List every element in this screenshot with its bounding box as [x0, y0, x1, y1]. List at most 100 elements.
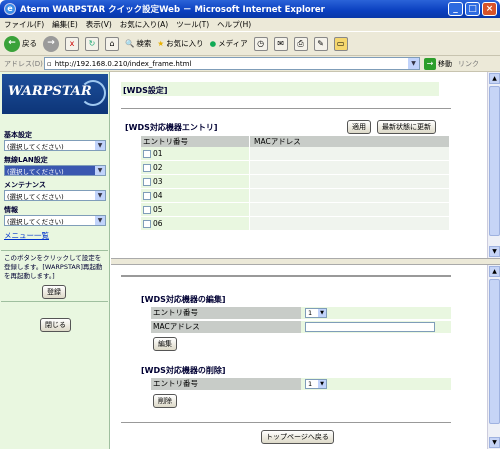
nav-info: 情報 (選択してください) ▼: [4, 205, 106, 226]
close-window-button[interactable]: ×: [482, 2, 497, 16]
chevron-down-icon: ▼: [318, 309, 326, 317]
nav-maintenance-select[interactable]: (選択してください) ▼: [4, 190, 106, 201]
chevron-down-icon: ▼: [95, 191, 105, 200]
mac-address-input[interactable]: [305, 322, 435, 332]
mac-cell: [249, 203, 449, 216]
search-button[interactable]: 🔍 検索: [125, 38, 151, 49]
scroll-down-icon[interactable]: ▼: [489, 437, 500, 448]
table-row: 06: [141, 217, 449, 231]
entry-number: 03: [153, 177, 163, 186]
edit-button[interactable]: 編集: [153, 337, 177, 351]
media-icon: ●: [209, 39, 217, 48]
scroll-thumb[interactable]: [489, 86, 500, 236]
back-to-top-button[interactable]: トップページへ戻る: [261, 430, 334, 444]
menu-edit[interactable]: 編集(E): [52, 19, 78, 30]
mac-cell: [249, 161, 449, 174]
window-title: Aterm WARPSTAR クイック設定Web － Microsoft Int…: [20, 5, 325, 15]
nav-info-select[interactable]: (選択してください) ▼: [4, 215, 106, 226]
home-icon[interactable]: ⌂: [105, 36, 119, 51]
scroll-down-icon[interactable]: ▼: [489, 246, 500, 257]
address-input[interactable]: ▫ http://192.168.0.210/index_frame.html …: [44, 57, 420, 70]
scroll-thumb[interactable]: [489, 279, 500, 424]
nav-basic: 基本設定 (選択してください) ▼: [4, 130, 106, 151]
table-row: 04: [141, 189, 449, 203]
back-arrow-icon: ←: [4, 35, 20, 52]
mac-cell: [249, 189, 449, 202]
history-icon[interactable]: ◷: [253, 36, 268, 51]
close-button[interactable]: 閉じる: [40, 318, 71, 332]
address-dropdown-icon[interactable]: ▼: [408, 58, 419, 69]
address-url: http://192.168.0.210/index_frame.html: [54, 59, 192, 68]
go-arrow-icon: →: [424, 57, 436, 70]
messenger-icon[interactable]: ▭: [333, 36, 348, 51]
nav-basic-label: 基本設定: [4, 131, 32, 139]
delete-button[interactable]: 削除: [153, 394, 177, 408]
divider-line: [121, 422, 451, 423]
entry-number: 02: [153, 163, 163, 172]
refresh-button[interactable]: 最新状態に更新: [377, 120, 436, 134]
maximize-button[interactable]: □: [465, 2, 480, 16]
top-frame-scrollbar[interactable]: ▲ ▼: [487, 72, 500, 258]
address-label: アドレス(D): [4, 59, 43, 68]
stop-icon[interactable]: x: [65, 36, 79, 51]
delete-entry-select[interactable]: 1 ▼: [305, 379, 327, 389]
bottom-frame-scrollbar[interactable]: ▲ ▼: [487, 265, 500, 449]
refresh-icon[interactable]: ↻: [85, 36, 99, 51]
chevron-down-icon: ▼: [95, 141, 105, 150]
edit-section-title: [WDS対応機器の編集]: [141, 295, 226, 304]
menu-tools[interactable]: ツール(T): [176, 19, 209, 30]
menu-view[interactable]: 表示(V): [86, 19, 112, 30]
entry-checkbox[interactable]: [143, 219, 151, 228]
nav-wlan-select[interactable]: (選択してください) ▼: [4, 165, 106, 176]
forward-button[interactable]: →: [43, 35, 59, 52]
menu-list-link[interactable]: メニュー一覧: [4, 230, 49, 241]
window-titlebar: e Aterm WARPSTAR クイック設定Web － Microsoft I…: [0, 0, 500, 18]
entry-checkbox[interactable]: [143, 191, 151, 200]
table-row: 05: [141, 203, 449, 217]
entry-table: エントリ番号 MACアドレス 01 02 03 04 05 06: [141, 136, 449, 231]
edit-entry-row: エントリ番号 1 ▼: [151, 307, 451, 319]
entry-section-title: [WDS対応機器エントリ]: [125, 123, 218, 132]
entry-checkbox[interactable]: [143, 177, 151, 186]
entry-table-header: エントリ番号 MACアドレス: [141, 136, 449, 147]
address-bar: アドレス(D) ▫ http://192.168.0.210/index_fra…: [0, 56, 500, 72]
entry-number: 05: [153, 205, 163, 214]
table-row: 02: [141, 161, 449, 175]
nav-info-label: 情報: [4, 206, 18, 214]
col-entry-number: エントリ番号: [143, 137, 188, 146]
frame-divider[interactable]: [111, 258, 500, 265]
warpstar-logo: WARPSTAR: [2, 74, 108, 114]
nav-info-value: (選択してください): [7, 217, 64, 226]
edit-icon[interactable]: ✎: [313, 36, 328, 51]
menu-favorites[interactable]: お気に入り(A): [120, 19, 168, 30]
scroll-up-icon[interactable]: ▲: [489, 73, 500, 84]
page-title: [WDS設定]: [121, 82, 439, 96]
apply-button[interactable]: 適用: [347, 120, 371, 134]
back-button[interactable]: ← 戻る: [4, 35, 37, 52]
menu-file[interactable]: ファイル(F): [4, 19, 44, 30]
nav-wlan-label: 無線LAN設定: [4, 156, 48, 164]
nav-basic-select[interactable]: (選択してください) ▼: [4, 140, 106, 151]
mail-icon[interactable]: ✉: [273, 36, 288, 51]
edit-entry-label: エントリ番号: [151, 307, 301, 319]
menu-help[interactable]: ヘルプ(H): [217, 19, 251, 30]
search-icon: 🔍: [125, 39, 135, 48]
media-button[interactable]: ● メディア: [210, 38, 248, 49]
star-icon: ★: [157, 39, 165, 48]
register-button[interactable]: 登録: [42, 285, 66, 299]
menu-bar: ファイル(F) 編集(E) 表示(V) お気に入り(A) ツール(T) ヘルプ(…: [0, 18, 500, 32]
entry-checkbox[interactable]: [143, 163, 151, 172]
favorites-button[interactable]: ★ お気に入り: [157, 38, 203, 49]
edit-entry-select[interactable]: 1 ▼: [305, 308, 327, 318]
entry-checkbox[interactable]: [143, 149, 151, 158]
edit-mac-label: MACアドレス: [151, 321, 301, 333]
entry-checkbox[interactable]: [143, 205, 151, 214]
delete-section-title: [WDS対応機器の削除]: [141, 366, 226, 375]
go-button[interactable]: → 移動: [424, 57, 452, 70]
print-icon[interactable]: ⎙: [293, 36, 308, 51]
minimize-button[interactable]: _: [448, 2, 463, 16]
scroll-up-icon[interactable]: ▲: [489, 266, 500, 277]
delete-entry-value: 1: [308, 380, 313, 388]
links-label[interactable]: リンク: [458, 59, 479, 69]
divider-line: [121, 108, 451, 109]
